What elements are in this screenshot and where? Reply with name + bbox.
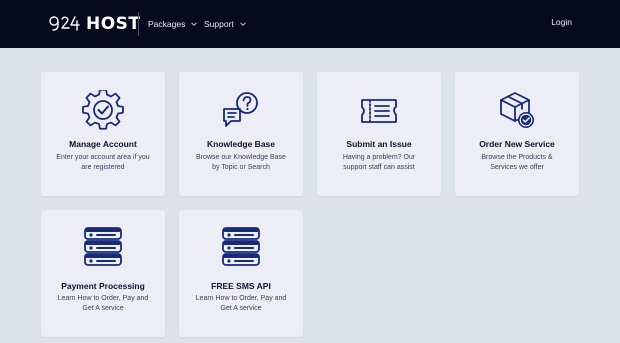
box-check-icon (500, 92, 534, 128)
chevron-down-icon (239, 22, 246, 27)
server-stack-icon (222, 227, 260, 266)
server-stack-icon (84, 227, 122, 266)
card-knowledge-base[interactable]: Knowledge Base Browse our Knowledge Base… (179, 72, 303, 196)
card-title: Payment Processing (61, 281, 145, 291)
card-description: Having a problem? Our support staff can … (342, 154, 416, 171)
card-manage-account[interactable]: Manage Account Enter your account area i… (41, 72, 165, 196)
top-navbar: HOST Packages Support Login (0, 0, 620, 48)
question-chat-icon (223, 92, 258, 127)
brand-logo[interactable]: HOST (48, 13, 141, 35)
brand-name: HOST (86, 14, 141, 34)
gear-check-icon (82, 90, 124, 130)
card-description: Learn How to Order, Pay and Get A servic… (57, 295, 149, 312)
navbar-divider (138, 12, 139, 36)
card-free-sms-api[interactable]: FREE SMS API Learn How to Order, Pay and… (179, 210, 303, 337)
nav-packages[interactable]: Packages (148, 17, 198, 31)
chevron-down-icon (191, 22, 198, 27)
logo-mark-icon (49, 16, 80, 31)
card-title: Manage Account (69, 139, 137, 149)
card-title: FREE SMS API (211, 281, 271, 291)
ticket-list-icon (361, 99, 397, 123)
login-link[interactable]: Login (551, 17, 572, 27)
card-payment-processing[interactable]: Payment Processing Learn How to Order, P… (41, 210, 165, 337)
card-title: Submit an Issue (346, 139, 412, 149)
nav-support[interactable]: Support (204, 17, 247, 31)
nav-support-label: Support (204, 19, 234, 29)
card-title: Order New Service (479, 139, 555, 149)
card-order-service[interactable]: Order New Service Browse the Products & … (455, 72, 579, 196)
card-description: Browse our Knowledge Base by Topic or Se… (196, 154, 286, 171)
card-description: Learn How to Order, Pay and Get A servic… (195, 295, 287, 312)
card-description: Enter your account area if you are regis… (56, 154, 150, 171)
card-submit-issue[interactable]: Submit an Issue Having a problem? Our su… (317, 72, 441, 196)
card-description: Browse the Products & Services we offer (481, 154, 553, 171)
nav-packages-label: Packages (148, 19, 186, 29)
card-title: Knowledge Base (206, 139, 276, 149)
